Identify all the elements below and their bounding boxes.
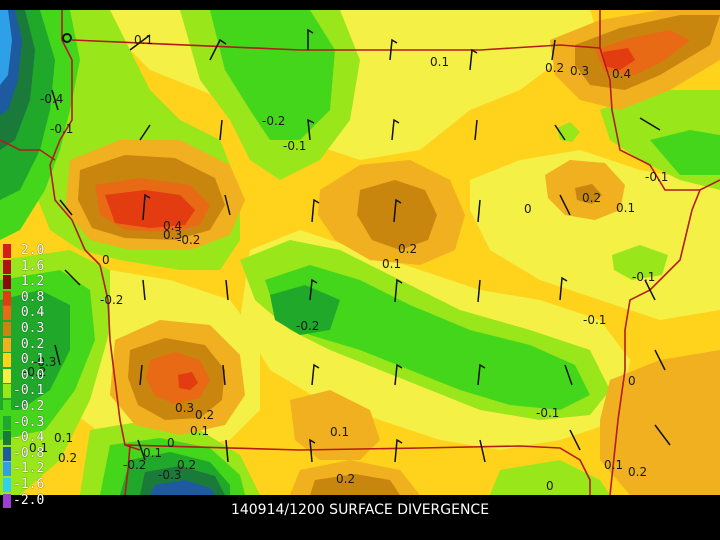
legend-swatch [3,306,11,321]
contour-label: 0 [167,436,175,450]
legend-label: -0.3 [13,414,45,430]
contour-label: 0.1 [54,431,73,445]
contour-label: 0.2 [545,61,564,75]
legend-swatch [3,337,11,352]
contour-label: 0 [628,374,636,388]
contour-label: -0.1 [632,270,655,284]
legend-swatch [3,399,11,414]
contour-label: -0.2 [262,114,285,128]
legend-label: 0.4 [13,305,45,321]
contour-label: 0.2 [398,242,417,256]
legend-label: -0.1 [13,383,45,399]
legend-label: 0.8 [13,289,45,305]
legend-label: 2.0 [13,243,45,258]
legend-swatch [3,462,11,477]
contour-label: 0.1 [616,201,635,215]
contour-label: 0.1 [134,33,153,47]
map-caption: 140914/1200 SURFACE DIVERGENCE [230,502,490,518]
contour-label: 0.1 [190,424,209,438]
legend-row: -0.8 [3,446,53,462]
legend-swatch [3,259,11,274]
legend-row: 0.0 [3,368,53,384]
contour-label: 0.2 [195,408,214,422]
legend-row: -0.2 [3,399,53,415]
legend-label: -0.2 [13,398,45,414]
legend-swatch [3,431,11,446]
legend-swatch [3,415,11,430]
legend-row: 1.2 [3,274,53,290]
legend-row: -1.6 [3,477,53,493]
contour-label: -0.2 [100,293,123,307]
legend-label: 0.3 [13,320,45,336]
contour-label: -0.4 [40,92,63,106]
legend-swatch [3,446,11,461]
color-legend: 2.0 1.6 1.2 0.8 0.4 0.3 0.2 0.1 0.0 -0.1… [3,243,53,508]
legend-label: -1.6 [13,476,45,492]
contour-label: -0.1 [536,406,559,420]
legend-row: -0.1 [3,383,53,399]
contour-label: 0.2 [58,451,77,465]
contour-label: 0.3 [570,64,589,78]
contour-label: 0.1 [330,425,349,439]
legend-swatch [3,290,11,305]
legend-row: -1.2 [3,461,53,477]
legend-swatch [3,275,11,290]
legend-row: -0.3 [3,415,53,431]
legend-label: 0.2 [13,336,45,352]
contour-label: 0.1 [430,55,449,69]
legend-row: 1.6 [3,259,53,275]
contour-label: 0 [524,202,532,216]
contour-label: 0.1 [382,257,401,271]
legend-label: 0.0 [13,367,45,383]
legend-swatch [3,477,11,492]
legend-label: -0.8 [13,445,45,461]
contour-label: -0.3 [158,468,181,482]
legend-row: 0.8 [3,290,53,306]
contour-label: -0.1 [583,313,606,327]
contour-label: -0.1 [645,170,668,184]
legend-row: 2.0 [3,243,53,259]
divergence-map: 0.1 -0.4 -0.1 -0.2 -0.1 0.1 0.2 0.3 0.4 … [0,10,720,496]
legend-row: -0.4 [3,430,53,446]
legend-row: 0.2 [3,337,53,353]
legend-label: -0.4 [13,430,45,446]
contour-label: 0.2 [628,465,647,479]
contour-label: 0.2 [582,191,601,205]
contour-label: 0.3 [175,401,194,415]
legend-label: -1.2 [13,461,45,477]
contour-label: 0 [102,253,110,267]
contour-label: 0.2 [336,472,355,486]
legend-swatch [3,368,11,383]
legend-label: 0.1 [13,352,45,368]
contour-label: -0.1 [283,139,306,153]
contour-label: 0.1 [604,458,623,472]
legend-swatch [3,353,11,368]
contour-label: 0 [546,479,554,493]
contour-label: -0.2 [296,319,319,333]
legend-swatch [3,244,11,258]
legend-swatch [3,384,11,399]
legend-row: 0.3 [3,321,53,337]
legend-row: 0.4 [3,305,53,321]
legend-row: 0.1 [3,352,53,368]
contour-label: -0.1 [50,122,73,136]
legend-swatch [3,321,11,336]
legend-label: 1.2 [13,274,45,290]
contour-label: -0.2 [177,233,200,247]
legend-label: 1.6 [13,258,45,274]
contour-label: -0.2 [123,458,146,472]
contour-label: 0.4 [612,67,631,81]
